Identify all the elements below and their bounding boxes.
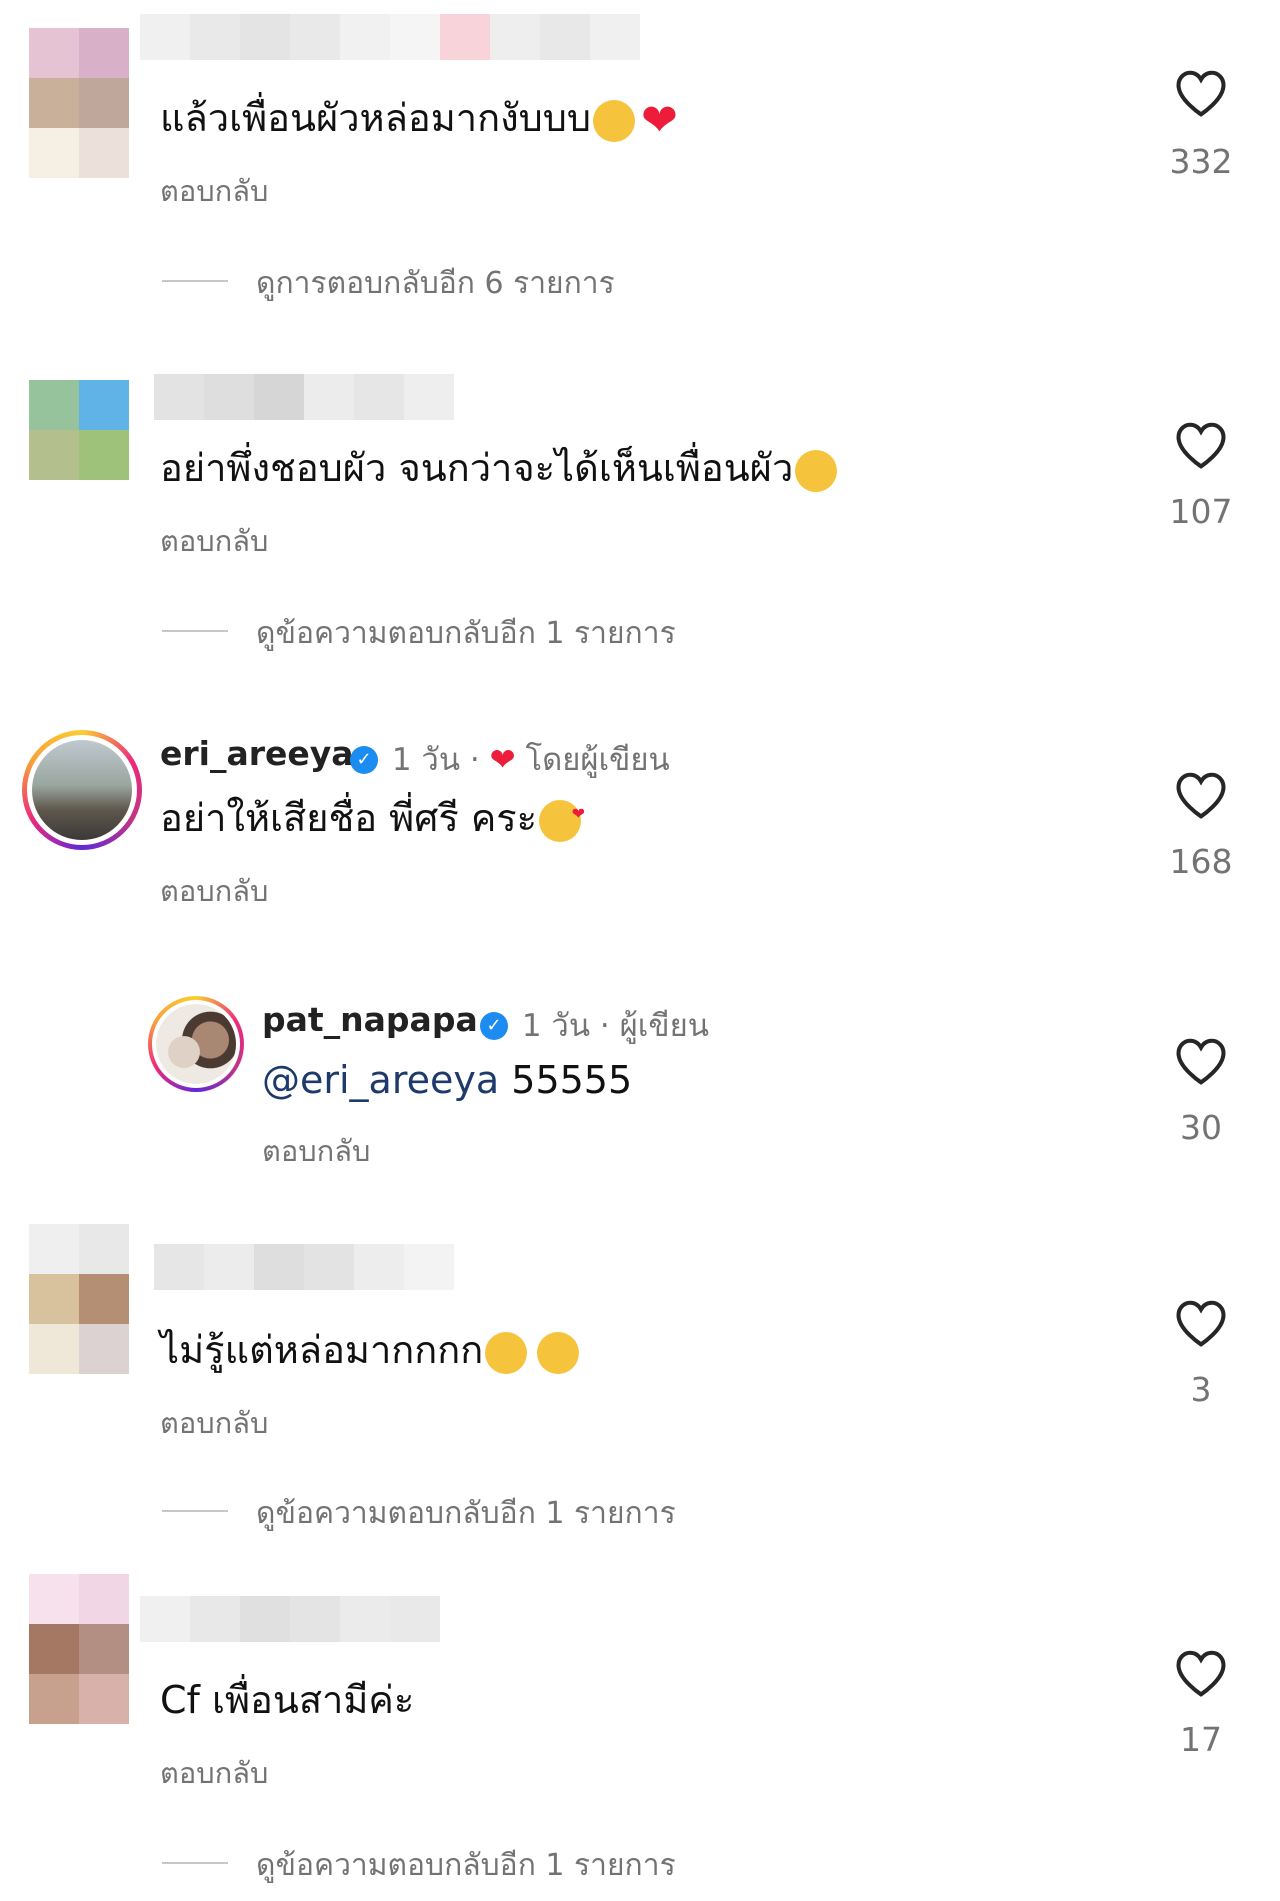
timestamp: 1 วัน	[521, 1008, 591, 1044]
reply-button[interactable]: ตอบกลับ	[160, 1750, 268, 1796]
author-tag: โดยผู้เขียน	[525, 742, 670, 778]
avatar[interactable]	[29, 1224, 129, 1374]
timestamp: 1 วัน	[391, 742, 461, 778]
username[interactable]: pat_napapa	[262, 1000, 478, 1039]
comment-text: อย่าพึ่งชอบผัว จนกว่าจะได้เห็นเพื่อนผัว	[160, 442, 845, 499]
view-replies-link[interactable]: ดูข้อความตอบกลับอีก 1 รายการ	[256, 610, 676, 657]
heart-icon[interactable]	[1174, 1648, 1228, 1698]
dot-separator: ·	[599, 1008, 620, 1044]
divider-line	[162, 630, 228, 632]
mention-link[interactable]: @eri_areeya	[262, 1058, 499, 1102]
heart-icon[interactable]	[1174, 1036, 1228, 1086]
like-count: 332	[1169, 142, 1233, 181]
tears-of-joy-icon	[537, 1331, 580, 1374]
view-replies-link[interactable]: ดูการตอบกลับอีก 6 รายการ	[256, 260, 615, 307]
username[interactable]: eri_areeya	[160, 734, 354, 773]
tears-of-joy-icon	[593, 99, 636, 142]
avatar	[156, 1004, 236, 1084]
dot-separator: ·	[469, 742, 490, 778]
verified-badge-icon: ✓	[350, 745, 378, 774]
username-blurred[interactable]	[154, 1244, 454, 1290]
avatar[interactable]	[29, 28, 129, 178]
comment-text: Cf เพื่อนสามีค่ะ	[160, 1678, 415, 1722]
like-count: 107	[1169, 492, 1233, 531]
comment-text: @eri_areeya 55555	[262, 1058, 633, 1102]
reply-button[interactable]: ตอบกลับ	[160, 868, 268, 914]
like-count: 168	[1169, 842, 1233, 881]
heart-icon[interactable]	[1174, 1298, 1228, 1348]
tears-of-joy-icon	[485, 1331, 528, 1374]
avatar[interactable]	[29, 1574, 129, 1724]
liked-by-author-heart-icon: ❤	[489, 742, 516, 778]
comment-meta: ✓ 1 วัน · ผู้เขียน	[476, 1000, 709, 1050]
avatar	[32, 740, 132, 840]
divider-line	[162, 280, 228, 282]
username-blurred[interactable]	[140, 1596, 440, 1642]
red-heart-icon: ❤	[641, 94, 678, 146]
heart-icon[interactable]	[1174, 68, 1228, 118]
verified-badge-icon: ✓	[480, 1011, 508, 1040]
username-blurred[interactable]	[140, 14, 640, 60]
reply-button[interactable]: ตอบกลับ	[160, 518, 268, 564]
view-replies-link[interactable]: ดูข้อความตอบกลับอีก 1 รายการ	[256, 1842, 676, 1889]
comment-text: อย่าให้เสียชื่อ พี่ศรี คระ ❤	[160, 796, 586, 842]
rolling-on-floor-laughing-icon	[788, 442, 845, 499]
reply-button[interactable]: ตอบกลับ	[262, 1128, 370, 1174]
comment-text: ไม่รู้แต่หล่อมากกกก	[160, 1326, 580, 1374]
divider-line	[162, 1510, 228, 1512]
story-ring[interactable]	[148, 996, 244, 1092]
reply-button[interactable]: ตอบกลับ	[160, 168, 268, 214]
story-ring[interactable]	[22, 730, 142, 850]
face-blowing-kiss-icon: ❤	[539, 799, 585, 842]
avatar[interactable]	[29, 380, 129, 480]
heart-icon[interactable]	[1174, 420, 1228, 470]
comment-meta: ✓ 1 วัน · ❤ โดยผู้เขียน	[346, 734, 670, 784]
like-count: 3	[1190, 1370, 1212, 1409]
divider-line	[162, 1862, 228, 1864]
author-tag: ผู้เขียน	[619, 1008, 709, 1044]
reply-button[interactable]: ตอบกลับ	[160, 1400, 268, 1446]
username-blurred[interactable]	[154, 374, 454, 420]
comment-text: แล้วเพื่อนผัวหล่อมากงับบบ ❤	[160, 94, 678, 146]
view-replies-link[interactable]: ดูข้อความตอบกลับอีก 1 รายการ	[256, 1490, 676, 1537]
heart-icon[interactable]	[1174, 770, 1228, 820]
like-count: 30	[1180, 1108, 1222, 1147]
like-count: 17	[1180, 1720, 1222, 1759]
